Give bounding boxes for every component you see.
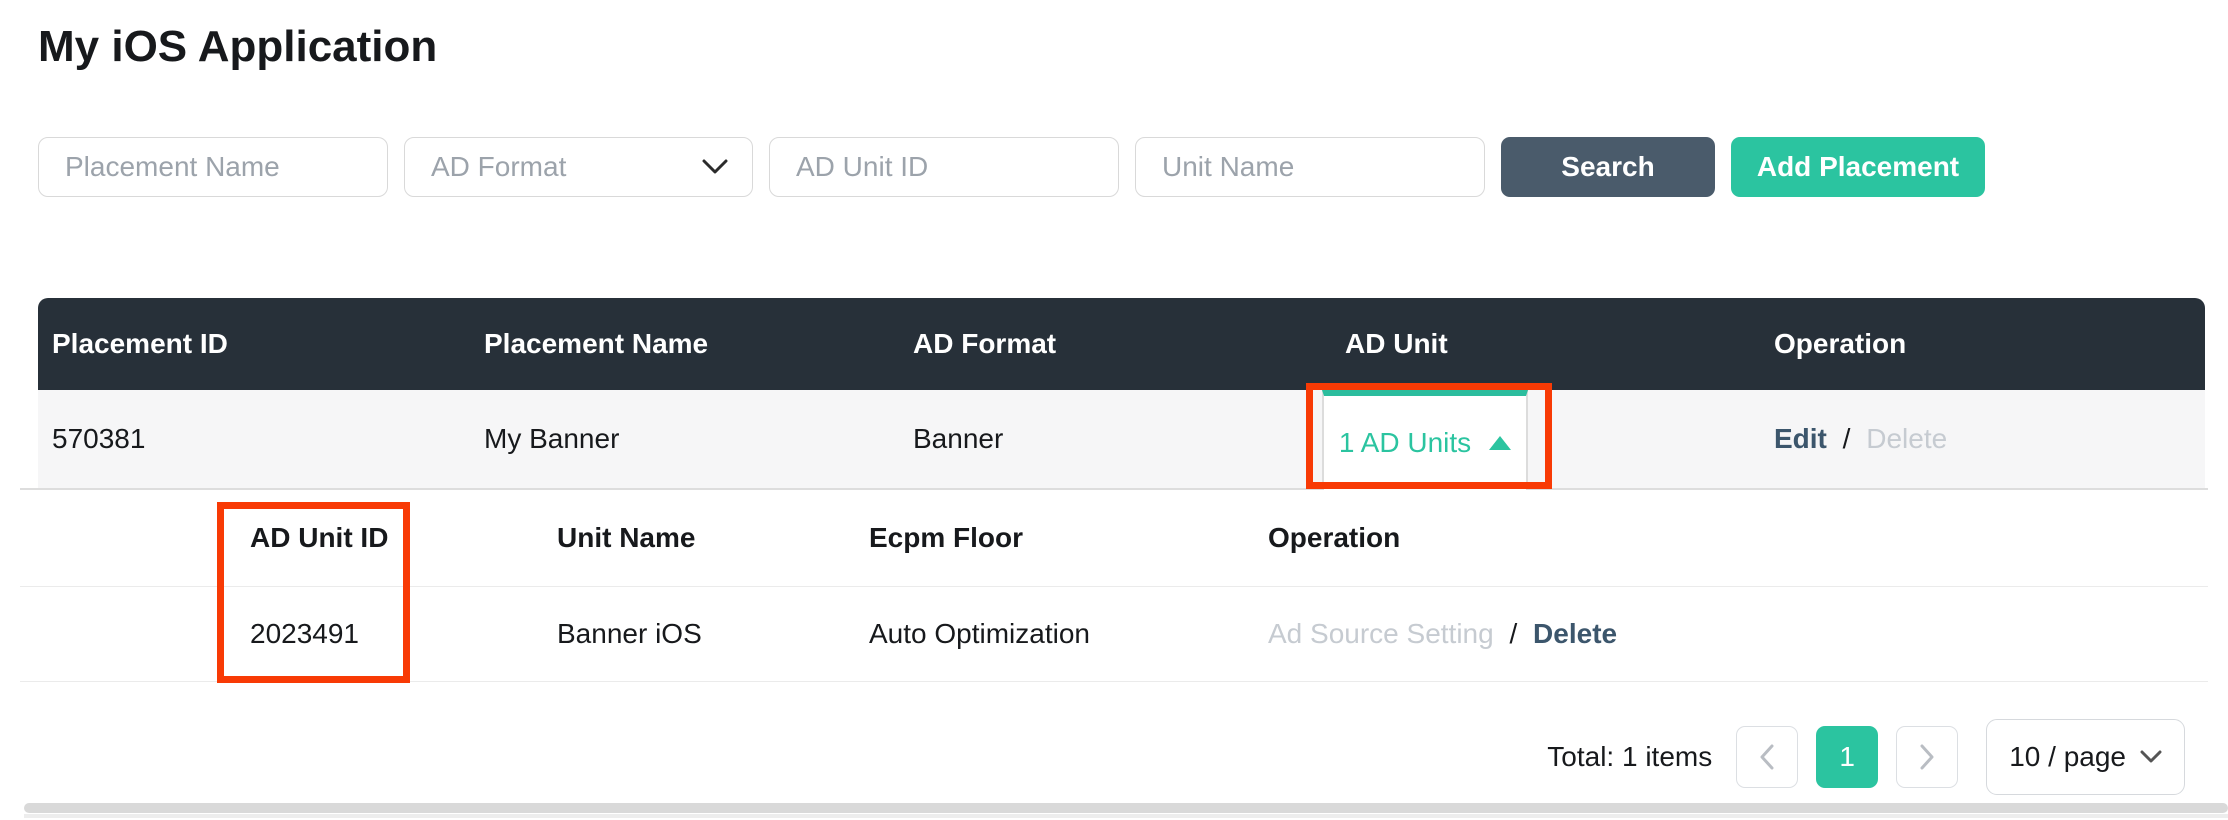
header-ad-format: AD Format <box>899 328 1331 360</box>
subheader-ecpm-floor: Ecpm Floor <box>869 522 1268 554</box>
pagination: Total: 1 items 1 10 / page <box>1547 717 2185 797</box>
page-title: My iOS Application <box>38 22 437 72</box>
edit-link[interactable]: Edit <box>1774 423 1827 454</box>
cell-sub-operation: Ad Source Setting / Delete <box>1268 618 2208 650</box>
sub-delete-link[interactable]: Delete <box>1533 618 1617 649</box>
page-size-value: 10 / page <box>2009 741 2126 773</box>
cell-ecpm-floor: Auto Optimization <box>869 618 1268 650</box>
horizontal-scrollbar-track <box>24 814 2228 818</box>
subtable-header: AD Unit ID Unit Name Ecpm Floor Operatio… <box>20 490 2208 587</box>
unit-name-input[interactable] <box>1135 137 1485 197</box>
cell-placement-id: 570381 <box>38 423 470 455</box>
pagination-total: Total: 1 items <box>1547 741 1712 773</box>
chevron-down-icon <box>702 159 728 175</box>
placement-management-page: My iOS Application AD Format Search Add … <box>0 0 2228 820</box>
ad-unit-row: 2023491 Banner iOS Auto Optimization Ad … <box>20 587 2208 682</box>
ad-unit-id-input[interactable] <box>769 137 1119 197</box>
placements-table-header: Placement ID Placement Name AD Format AD… <box>38 298 2205 390</box>
ad-format-select-placeholder: AD Format <box>431 151 566 183</box>
prev-page-button[interactable] <box>1736 726 1798 788</box>
cell-unit-name: Banner iOS <box>557 618 869 650</box>
cell-operation: Edit / Delete <box>1760 423 2205 455</box>
placements-table: Placement ID Placement Name AD Format AD… <box>38 298 2205 488</box>
ad-units-toggle-button[interactable]: 1 AD Units <box>1322 390 1528 490</box>
subheader-operation: Operation <box>1268 522 2208 554</box>
filter-bar: AD Format Search Add Placement <box>38 137 1985 197</box>
placement-name-input[interactable] <box>38 137 388 197</box>
ad-source-setting-link-disabled[interactable]: Ad Source Setting <box>1268 618 1494 649</box>
page-1-button[interactable]: 1 <box>1816 726 1878 788</box>
add-placement-button[interactable]: Add Placement <box>1731 137 1985 197</box>
sub-operation-separator: / <box>1501 618 1525 649</box>
cell-ad-unit-id: 2023491 <box>250 618 557 650</box>
cell-ad-format: Banner <box>899 423 1331 455</box>
header-placement-id: Placement ID <box>38 328 470 360</box>
ad-format-select[interactable]: AD Format <box>404 137 753 197</box>
chevron-left-icon <box>1759 744 1775 770</box>
ad-units-toggle-label: 1 AD Units <box>1339 427 1471 459</box>
chevron-down-icon <box>2140 750 2162 764</box>
page-size-select[interactable]: 10 / page <box>1986 719 2185 795</box>
ad-units-subtable: AD Unit ID Unit Name Ecpm Floor Operatio… <box>20 488 2208 682</box>
horizontal-scrollbar[interactable] <box>24 803 2228 813</box>
header-ad-unit: AD Unit <box>1331 328 1760 360</box>
subheader-unit-name: Unit Name <box>557 522 869 554</box>
triangle-up-icon <box>1489 436 1511 450</box>
delete-link-disabled[interactable]: Delete <box>1866 423 1947 454</box>
cell-placement-name: My Banner <box>470 423 899 455</box>
subheader-ad-unit-id: AD Unit ID <box>250 522 557 554</box>
header-placement-name: Placement Name <box>470 328 899 360</box>
table-row: 570381 My Banner Banner Edit / Delete <box>38 390 2205 488</box>
header-operation: Operation <box>1760 328 2205 360</box>
chevron-right-icon <box>1919 744 1935 770</box>
next-page-button[interactable] <box>1896 726 1958 788</box>
search-button[interactable]: Search <box>1501 137 1715 197</box>
operation-separator: / <box>1835 423 1859 454</box>
